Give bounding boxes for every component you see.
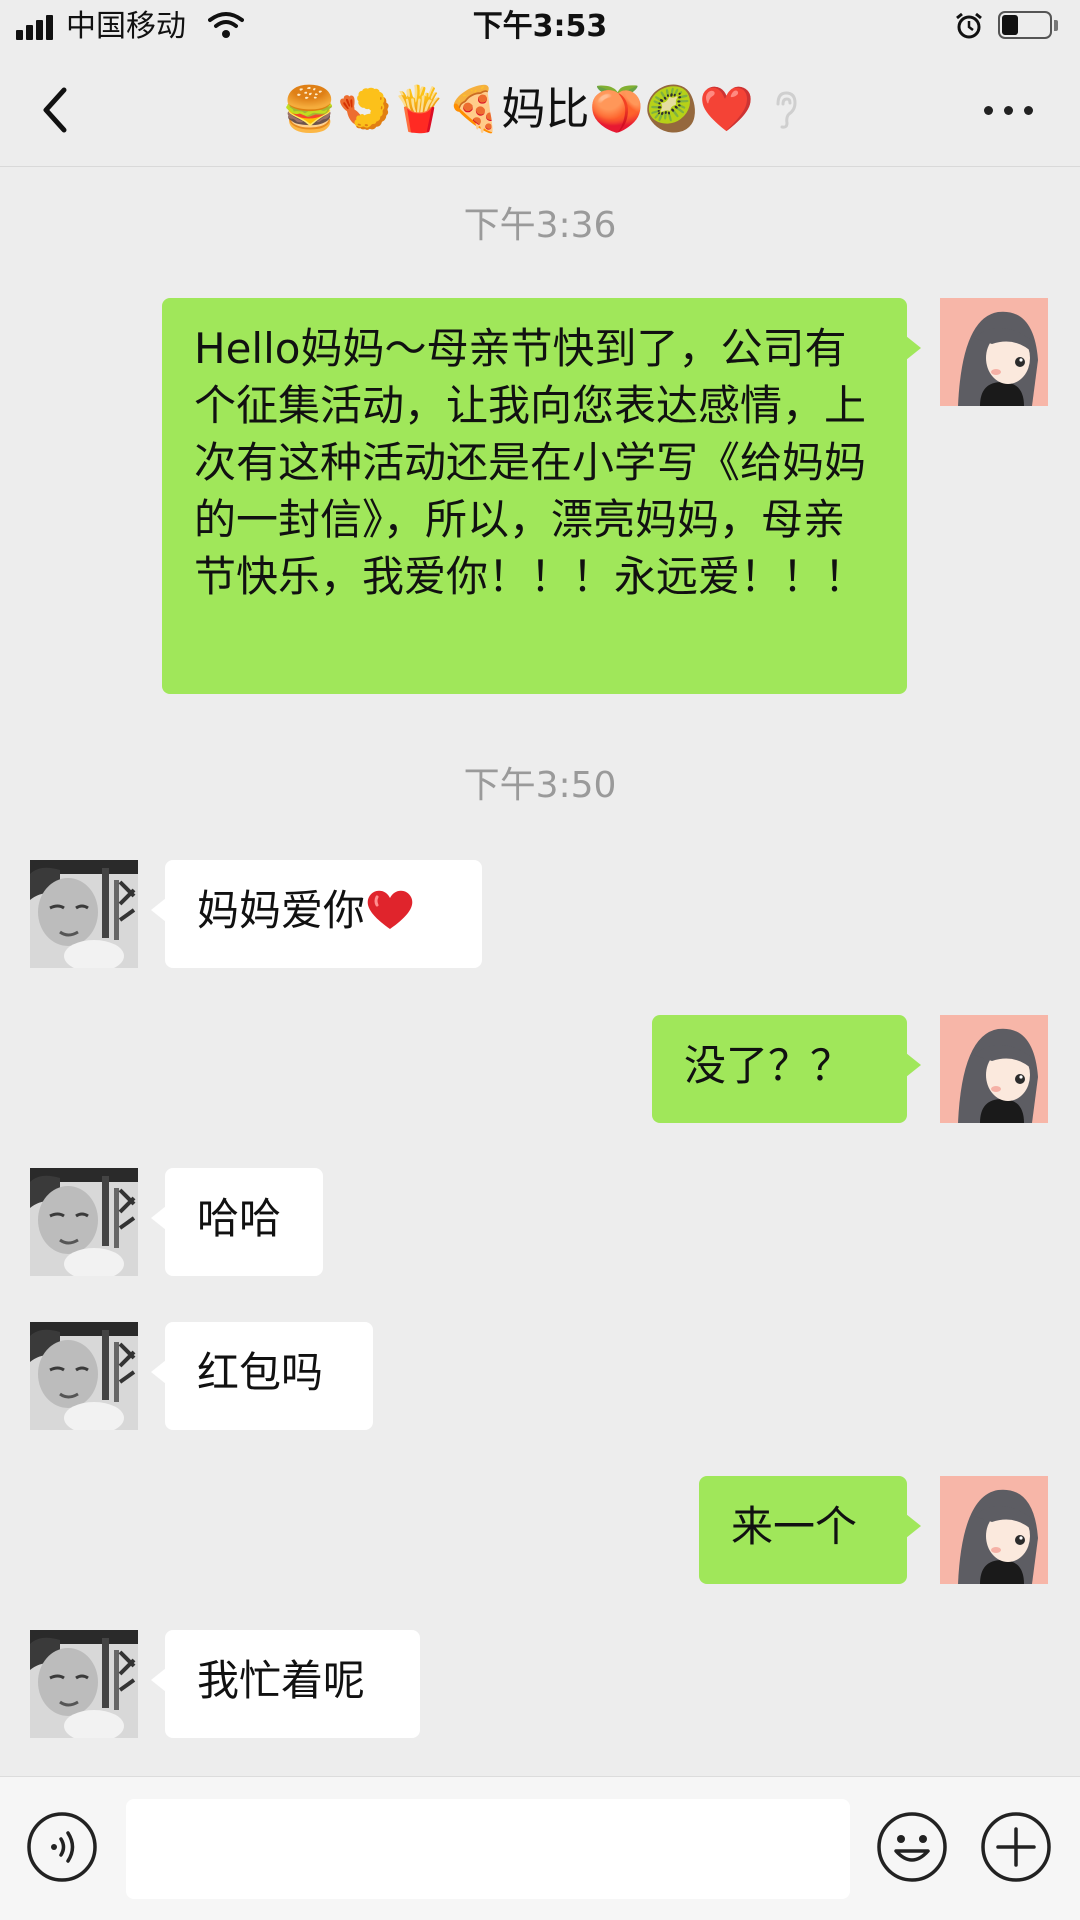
timestamp: 下午3:50	[463, 765, 617, 806]
mother-photo-avatar-icon	[30, 1322, 138, 1430]
more-options-button[interactable]	[976, 90, 1040, 130]
chat-title: 🍔🍤🍟🍕妈比🍑🥝❤️	[282, 84, 754, 135]
message-text: 我忙着呢	[197, 1656, 366, 1705]
contact-avatar[interactable]	[30, 1322, 138, 1430]
cartoon-girl-avatar-icon	[940, 1015, 1048, 1123]
message-text: 哈哈	[197, 1194, 282, 1243]
chat-title-wrap: 🍔🍤🍟🍕妈比🍑🥝❤️	[140, 80, 940, 141]
status-time: 下午3:53	[472, 9, 608, 44]
plus-icon[interactable]	[980, 1811, 1052, 1883]
chat-header: 🍔🍤🍟🍕妈比🍑🥝❤️	[0, 54, 1080, 167]
mother-photo-avatar-icon	[30, 860, 138, 968]
input-bar	[0, 1776, 1080, 1920]
mother-photo-avatar-icon	[30, 1168, 138, 1276]
red-heart-icon	[365, 886, 415, 935]
my-avatar[interactable]	[940, 1015, 1048, 1123]
status-bar: 中国移动 下午3:53	[0, 0, 1080, 54]
message-bubble-incoming[interactable]: 我忙着呢	[151, 1630, 420, 1738]
message-bubble-outgoing[interactable]: 来一个	[699, 1476, 921, 1584]
cartoon-girl-avatar-icon	[940, 1476, 1048, 1584]
my-avatar[interactable]	[940, 298, 1048, 406]
battery-icon	[998, 11, 1060, 41]
message-input[interactable]	[126, 1799, 850, 1899]
voice-icon[interactable]	[26, 1811, 98, 1883]
message-bubble-incoming[interactable]: 红包吗	[151, 1322, 373, 1430]
timestamp: 下午3:36	[463, 205, 617, 246]
message-text: Hello妈妈～母亲节快到了，公司有个征集活动，让我向您表达感情，上次有这种活动…	[194, 324, 867, 601]
message-text: 没了？？	[684, 1041, 853, 1090]
ear-icon	[772, 81, 798, 141]
message-bubble-incoming[interactable]: 哈哈	[151, 1168, 323, 1276]
mother-photo-avatar-icon	[30, 1630, 138, 1738]
message-text: 红包吗	[197, 1348, 324, 1397]
emoji-icon[interactable]	[876, 1811, 948, 1883]
cartoon-girl-avatar-icon	[940, 298, 1048, 406]
message-bubble-incoming[interactable]: 妈妈爱你	[151, 860, 482, 968]
contact-avatar[interactable]	[30, 860, 138, 968]
my-avatar[interactable]	[940, 1476, 1048, 1584]
contact-avatar[interactable]	[30, 1168, 138, 1276]
battery-level	[1002, 15, 1019, 35]
contact-avatar[interactable]	[30, 1630, 138, 1738]
message-bubble-outgoing[interactable]: Hello妈妈～母亲节快到了，公司有个征集活动，让我向您表达感情，上次有这种活动…	[162, 298, 921, 694]
chat-screen: 中国移动 下午3:53 🍔🍤🍟🍕妈比🍑🥝❤️ 下午3:36 Hello妈妈～母亲…	[0, 0, 1080, 1920]
message-text: 来一个	[731, 1502, 858, 1551]
back-button[interactable]	[24, 78, 88, 142]
alarm-icon	[956, 12, 982, 39]
message-text: 妈妈爱你	[197, 886, 366, 935]
message-bubble-outgoing[interactable]: 没了？？	[652, 1015, 921, 1123]
